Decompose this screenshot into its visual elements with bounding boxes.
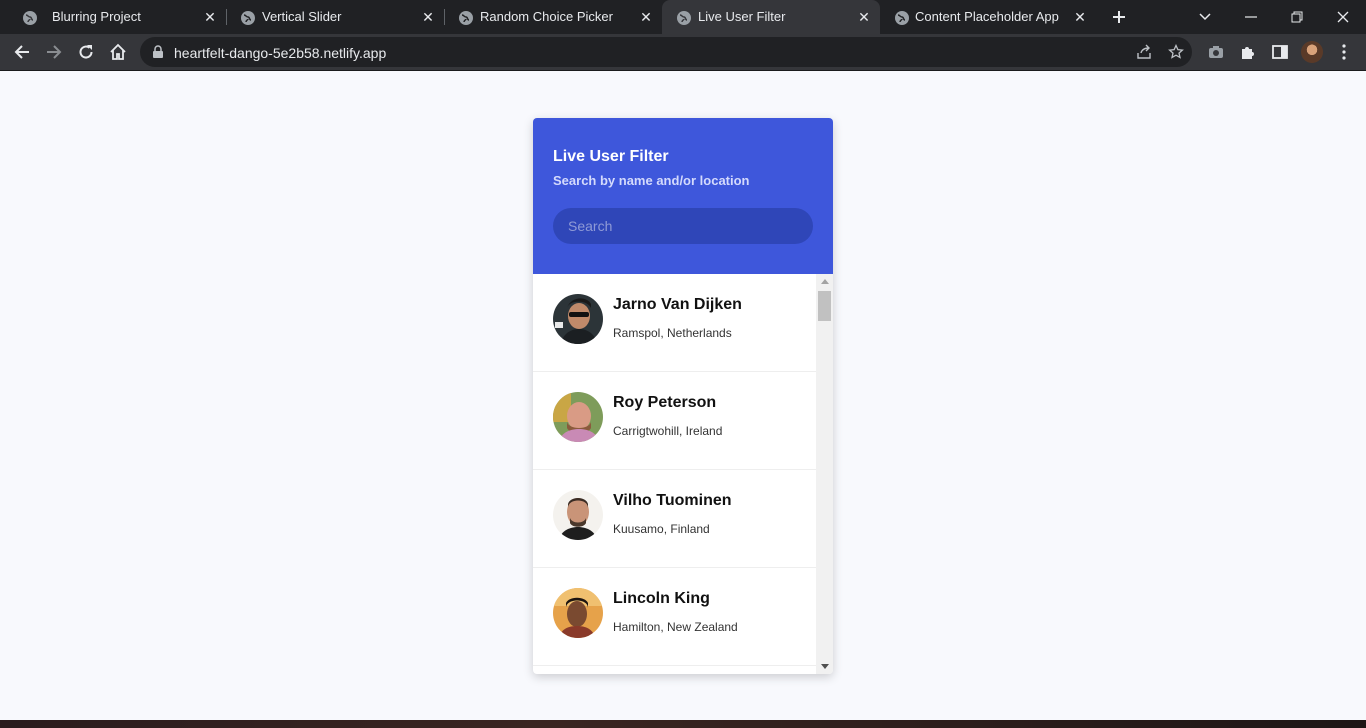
reload-icon [79,45,93,59]
lock-icon [153,45,163,58]
tab-content-placeholder-app[interactable]: Content Placeholder App ✕ [880,0,1098,34]
tab-search-button[interactable] [1182,0,1228,34]
extensions-button[interactable] [1236,40,1260,64]
search-input[interactable] [553,208,813,244]
list-scrollbar[interactable] [816,274,833,674]
page-subtitle: Search by name and/or location [553,173,750,188]
tab-title: Content Placeholder App [915,9,1059,24]
puzzle-icon [1242,47,1254,59]
scroll-thumb[interactable] [818,291,831,321]
avatar [553,392,603,442]
side-panel-button[interactable] [1268,40,1292,64]
new-tab-button[interactable] [1104,0,1134,34]
user-location: Ramspol, Netherlands [613,326,732,340]
chrome-menu-button[interactable] [1332,40,1356,64]
minimize-button[interactable] [1228,0,1274,34]
arrow-left-icon [14,45,29,59]
reload-button[interactable] [74,40,98,64]
restore-icon [1291,11,1303,23]
globe-icon [895,11,909,25]
restore-button[interactable] [1274,0,1320,34]
list-item: Lincoln King Hamilton, New Zealand [533,568,816,666]
tab-title: Live User Filter [698,9,786,24]
home-icon [110,43,126,60]
user-location: Kuusamo, Finland [613,522,710,536]
browser-tab-strip: Blurring Project ✕ Vertical Slider ✕ Ran… [0,0,1366,34]
window-close-button[interactable] [1320,0,1366,34]
globe-icon [241,11,255,25]
user-filter-card: Live User Filter Search by name and/or l… [533,118,833,674]
screenshot-extension-button[interactable] [1204,40,1228,64]
scroll-up-arrow[interactable] [821,279,829,284]
close-icon[interactable]: ✕ [638,9,654,25]
tab-random-choice-picker[interactable]: Random Choice Picker ✕ [444,0,662,34]
toolbar-divider [0,70,1366,71]
scroll-down-arrow[interactable] [821,664,829,669]
list-item: Roy Peterson Carrigtwohill, Ireland [533,372,816,470]
tab-blurring-project[interactable]: Blurring Project ✕ [8,0,226,34]
user-name: Jarno Van Dijken [613,296,742,313]
close-icon[interactable]: ✕ [856,9,872,25]
arrow-right-icon [47,45,62,59]
close-icon[interactable]: ✕ [202,9,218,25]
list-item: Vilho Tuominen Kuusamo, Finland [533,470,816,568]
card-header: Live User Filter Search by name and/or l… [533,118,833,274]
minimize-icon [1245,16,1257,18]
close-icon [1337,11,1349,23]
more-vertical-icon [1342,44,1346,60]
share-icon[interactable] [1136,44,1152,60]
avatar [553,294,603,344]
plus-icon [1113,11,1125,23]
profile-avatar[interactable] [1301,41,1323,63]
desktop-edge [0,720,1366,728]
close-icon[interactable]: ✕ [420,9,436,25]
forward-button[interactable] [42,40,66,64]
tab-title: Vertical Slider [262,9,342,24]
tab-live-user-filter[interactable]: Live User Filter ✕ [662,0,880,34]
avatar [553,588,603,638]
tab-title: Blurring Project [52,9,141,24]
url-text[interactable]: heartfelt-dango-5e2b58.netlify.app [174,45,386,61]
user-list: Jarno Van Dijken Ramspol, Netherlands Ro… [533,274,816,674]
camera-icon [1209,46,1223,58]
back-button[interactable] [10,40,34,64]
user-name: Vilho Tuominen [613,492,732,509]
user-location: Carrigtwohill, Ireland [613,424,723,438]
globe-icon [23,11,37,25]
browser-toolbar: heartfelt-dango-5e2b58.netlify.app [0,34,1366,70]
globe-icon [459,11,473,25]
tab-vertical-slider[interactable]: Vertical Slider ✕ [226,0,444,34]
page-title: Live User Filter [553,148,669,165]
home-button[interactable] [106,40,130,64]
user-name: Lincoln King [613,590,710,607]
avatar [553,490,603,540]
address-bar[interactable]: heartfelt-dango-5e2b58.netlify.app [140,37,1192,67]
globe-icon [677,11,691,25]
user-location: Hamilton, New Zealand [613,620,738,634]
tab-title: Random Choice Picker [480,9,613,24]
list-item: Jarno Van Dijken Ramspol, Netherlands [533,274,816,372]
star-icon[interactable] [1168,44,1184,60]
close-icon[interactable]: ✕ [1072,9,1088,25]
side-panel-icon [1272,45,1288,59]
user-name: Roy Peterson [613,394,717,411]
chevron-down-icon [1199,13,1211,21]
